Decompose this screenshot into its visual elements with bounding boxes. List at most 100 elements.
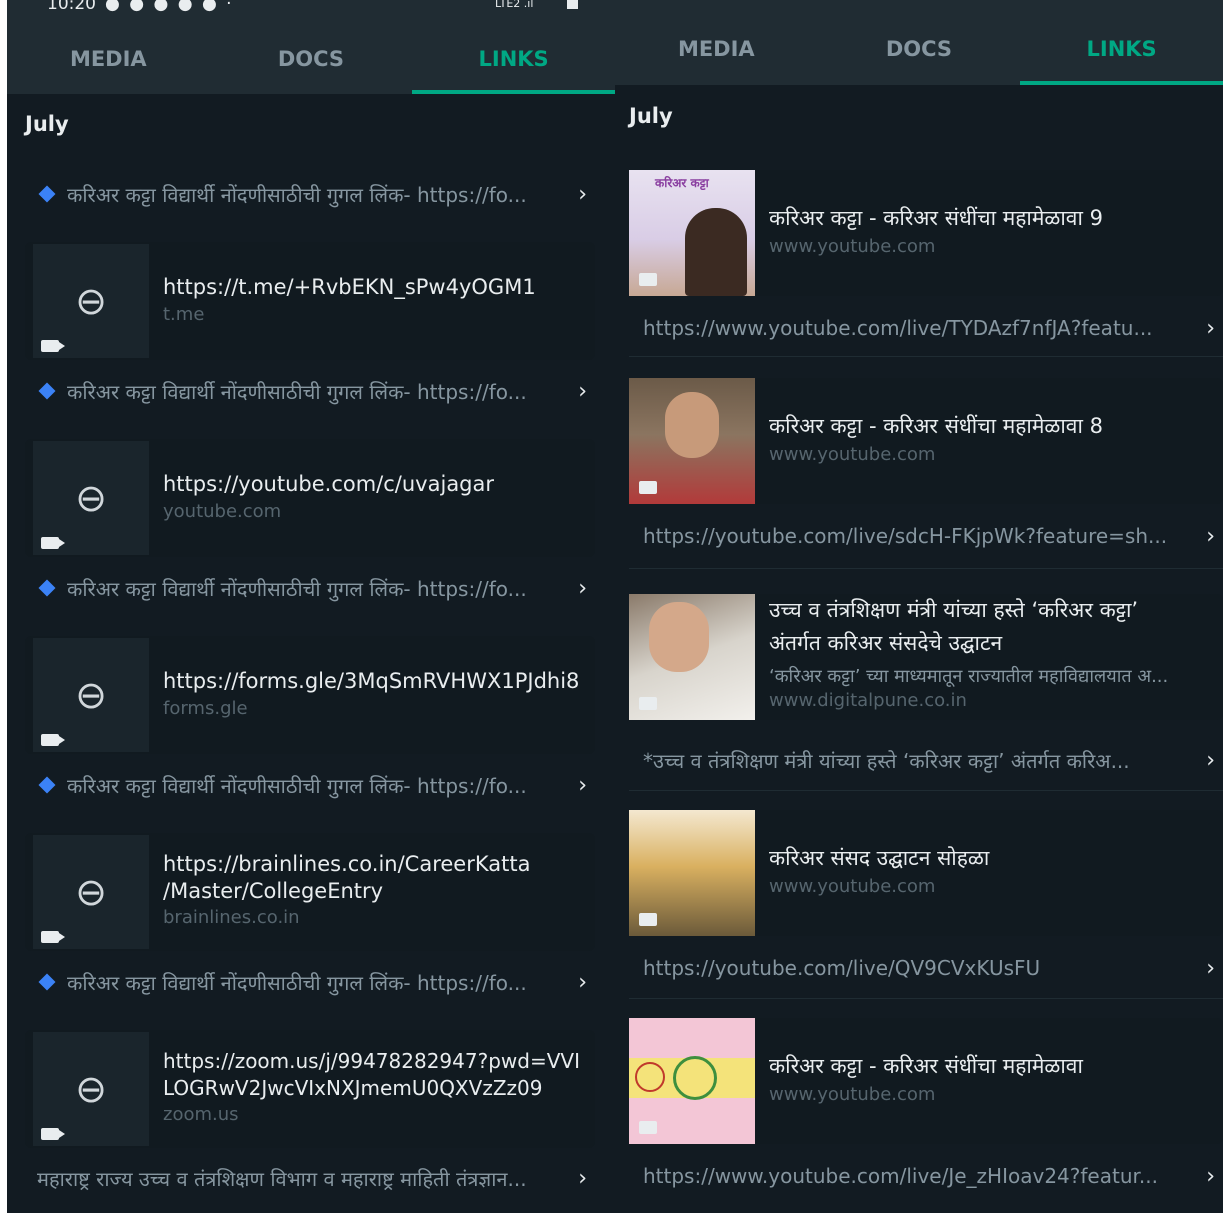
link-title-line: https://brainlines.co.in/CareerKatta xyxy=(163,852,531,876)
tab-docs[interactable]: DOCS xyxy=(210,0,413,94)
link-title-line: https://zoom.us/j/99478282947?pwd=VVI xyxy=(163,1049,580,1073)
month-header: July xyxy=(629,104,673,128)
link-icon: ⊖ xyxy=(75,870,107,914)
link-card[interactable]: ⊖ https://youtube.com/c/uvajagar youtube… xyxy=(25,439,595,557)
chevron-right-icon[interactable]: › xyxy=(578,379,587,404)
video-icon xyxy=(41,1128,65,1140)
video-icon xyxy=(639,273,657,286)
link-thumbnail: ⊖ xyxy=(33,244,149,358)
chevron-right-icon[interactable]: › xyxy=(578,970,587,995)
tab-links[interactable]: LINKS xyxy=(412,0,615,94)
divider xyxy=(629,998,1223,999)
video-thumbnail xyxy=(629,378,755,504)
link-url[interactable]: https://youtube.com/live/QV9CVxKUsFU › xyxy=(629,946,1223,990)
active-tab-indicator xyxy=(1020,81,1223,85)
message-text: महाराष्ट्र राज्य उच्च व तंत्रशिक्षण विभा… xyxy=(37,1166,527,1191)
url-text: https://www.youtube.com/live/Je_zHIoav24… xyxy=(643,1164,1158,1188)
chevron-right-icon[interactable]: › xyxy=(1206,316,1215,341)
tab-links[interactable]: LINKS xyxy=(1020,0,1223,85)
link-title: https://zoom.us/j/99478282947?pwd=VVI LO… xyxy=(163,1048,593,1102)
tab-docs[interactable]: DOCS xyxy=(818,0,1021,85)
tab-links-label: LINKS xyxy=(1086,36,1157,61)
message-preview[interactable]: करिअर कट्टा विद्यार्थी नोंदणीसाठीची गुगल… xyxy=(25,371,595,411)
link-title: https://youtube.com/c/uvajagar xyxy=(163,472,495,496)
link-description: ‘करिअर कट्टा’ च्या माध्यमातून राज्यातील … xyxy=(769,666,1169,687)
link-domain: zoom.us xyxy=(163,1104,239,1125)
message-text: करिअर कट्टा विद्यार्थी नोंदणीसाठीची गुगल… xyxy=(67,773,527,798)
chevron-right-icon[interactable]: › xyxy=(578,576,587,601)
chevron-right-icon[interactable]: › xyxy=(578,773,587,798)
link-url[interactable]: https://www.youtube.com/live/Je_zHIoav24… xyxy=(629,1154,1223,1198)
person-face xyxy=(665,392,719,458)
link-domain: t.me xyxy=(163,304,205,325)
message-text: करिअर कट्टा विद्यार्थी नोंदणीसाठीची गुगल… xyxy=(67,970,527,995)
url-text: https://youtube.com/live/QV9CVxKUsFU xyxy=(643,956,1041,980)
diamond-icon xyxy=(38,973,56,991)
link-card[interactable]: ⊖ https://zoom.us/j/99478282947?pwd=VVI … xyxy=(25,1030,595,1148)
person-face xyxy=(649,602,709,672)
diamond-icon xyxy=(38,185,56,203)
message-preview[interactable]: महाराष्ट्र राज्य उच्च व तंत्रशिक्षण विभा… xyxy=(25,1158,595,1198)
url-text: https://www.youtube.com/live/TYDAzf7nfJA… xyxy=(643,316,1153,340)
diamond-icon xyxy=(38,579,56,597)
link-title: उच्च व तंत्रशिक्षण मंत्री यांच्या हस्ते … xyxy=(769,594,1219,660)
link-thumbnail: ⊖ xyxy=(33,835,149,949)
link-preview-card[interactable]: करिअर संसद उद्घाटन सोहळा www.youtube.com xyxy=(629,810,1223,936)
link-domain: forms.gle xyxy=(163,698,248,719)
chevron-right-icon[interactable]: › xyxy=(1206,524,1215,549)
video-thumbnail xyxy=(629,1018,755,1144)
link-url[interactable]: *उच्च व तंत्रशिक्षण मंत्री यांच्या हस्ते… xyxy=(629,738,1223,782)
url-text: *उच्च व तंत्रशिक्षण मंत्री यांच्या हस्ते… xyxy=(643,748,1130,773)
link-title-line: LOGRwV2JwcVIxNXJmemU0QXVzZz09 xyxy=(163,1076,543,1100)
video-icon xyxy=(41,537,65,549)
link-icon: ⊖ xyxy=(75,279,107,323)
tab-media[interactable]: MEDIA xyxy=(615,0,818,85)
chevron-right-icon[interactable]: › xyxy=(578,1166,587,1191)
message-preview[interactable]: करिअर कट्टा विद्यार्थी नोंदणीसाठीची गुगल… xyxy=(25,568,595,608)
link-title: https://brainlines.co.in/CareerKatta /Ma… xyxy=(163,851,593,905)
video-thumbnail xyxy=(629,810,755,936)
link-thumbnail: ⊖ xyxy=(33,638,149,752)
link-title-line: उच्च व तंत्रशिक्षण मंत्री यांच्या हस्ते … xyxy=(769,598,1139,622)
link-title: करिअर कट्टा - करिअर संधींचा महामेळावा 9 xyxy=(769,206,1103,230)
link-domain: www.youtube.com xyxy=(769,444,936,465)
link-title: करिअर संसद उद्घाटन सोहळा xyxy=(769,846,990,870)
seal-graphic xyxy=(673,1056,717,1100)
message-preview[interactable]: करिअर कट्टा विद्यार्थी नोंदणीसाठीची गुगल… xyxy=(25,765,595,805)
link-preview-card[interactable]: करिअर कट्टा - करिअर संधींचा महामेळावा ww… xyxy=(629,1018,1223,1144)
message-text: करिअर कट्टा विद्यार्थी नोंदणीसाठीची गुगल… xyxy=(67,379,527,404)
link-card[interactable]: ⊖ https://brainlines.co.in/CareerKatta /… xyxy=(25,833,595,951)
video-icon xyxy=(639,1121,657,1134)
person-silhouette xyxy=(685,208,747,296)
link-card[interactable]: ⊖ https://t.me/+RvbEKN_sPw4yOGM1 t.me xyxy=(25,242,595,360)
link-thumbnail: ⊖ xyxy=(33,1032,149,1146)
link-card[interactable]: ⊖ https://forms.gle/3MqSmRVHWX1PJdhi8 fo… xyxy=(25,636,595,754)
link-icon: ⊖ xyxy=(75,673,107,717)
link-preview-card[interactable]: उच्च व तंत्रशिक्षण मंत्री यांच्या हस्ते … xyxy=(629,594,1223,720)
message-preview[interactable]: करिअर कट्टा विद्यार्थी नोंदणीसाठीची गुगल… xyxy=(25,174,595,214)
video-thumbnail: करिअर कट्टा xyxy=(629,170,755,296)
chevron-right-icon[interactable]: › xyxy=(1206,1164,1215,1189)
link-preview-card[interactable]: करिअर कट्टा करिअर कट्टा - करिअर संधींचा … xyxy=(629,170,1223,296)
tab-links-label: LINKS xyxy=(478,47,549,71)
message-text: करिअर कट्टा विद्यार्थी नोंदणीसाठीची गुगल… xyxy=(67,182,527,207)
link-url[interactable]: https://www.youtube.com/live/TYDAzf7nfJA… xyxy=(629,306,1223,350)
link-preview-card[interactable]: करिअर कट्टा - करिअर संधींचा महामेळावा 8 … xyxy=(629,378,1223,504)
video-icon xyxy=(639,697,657,710)
message-text: करिअर कट्टा विद्यार्थी नोंदणीसाठीची गुगल… xyxy=(67,576,527,601)
month-header: July xyxy=(25,112,69,136)
link-domain: www.youtube.com xyxy=(769,876,936,897)
chevron-right-icon[interactable]: › xyxy=(578,182,587,207)
link-url[interactable]: https://youtube.com/live/sdcH-FKjpWk?fea… xyxy=(629,514,1223,558)
link-title-line: अंतर्गत करिअर संसदेचे उद्घाटन xyxy=(769,631,1003,655)
tab-bar: 10:20 ● ● ● ● ● · LTE2 .ıl MEDIA DOCS LI… xyxy=(7,0,615,94)
link-domain: brainlines.co.in xyxy=(163,907,300,928)
link-domain: youtube.com xyxy=(163,501,282,522)
message-preview[interactable]: करिअर कट्टा विद्यार्थी नोंदणीसाठीची गुगल… xyxy=(25,962,595,1002)
video-icon xyxy=(41,340,65,352)
divider xyxy=(629,356,1223,357)
link-title: https://t.me/+RvbEKN_sPw4yOGM1 xyxy=(163,275,536,299)
tab-media[interactable]: MEDIA xyxy=(7,0,210,94)
chevron-right-icon[interactable]: › xyxy=(1206,748,1215,773)
chevron-right-icon[interactable]: › xyxy=(1206,956,1215,981)
